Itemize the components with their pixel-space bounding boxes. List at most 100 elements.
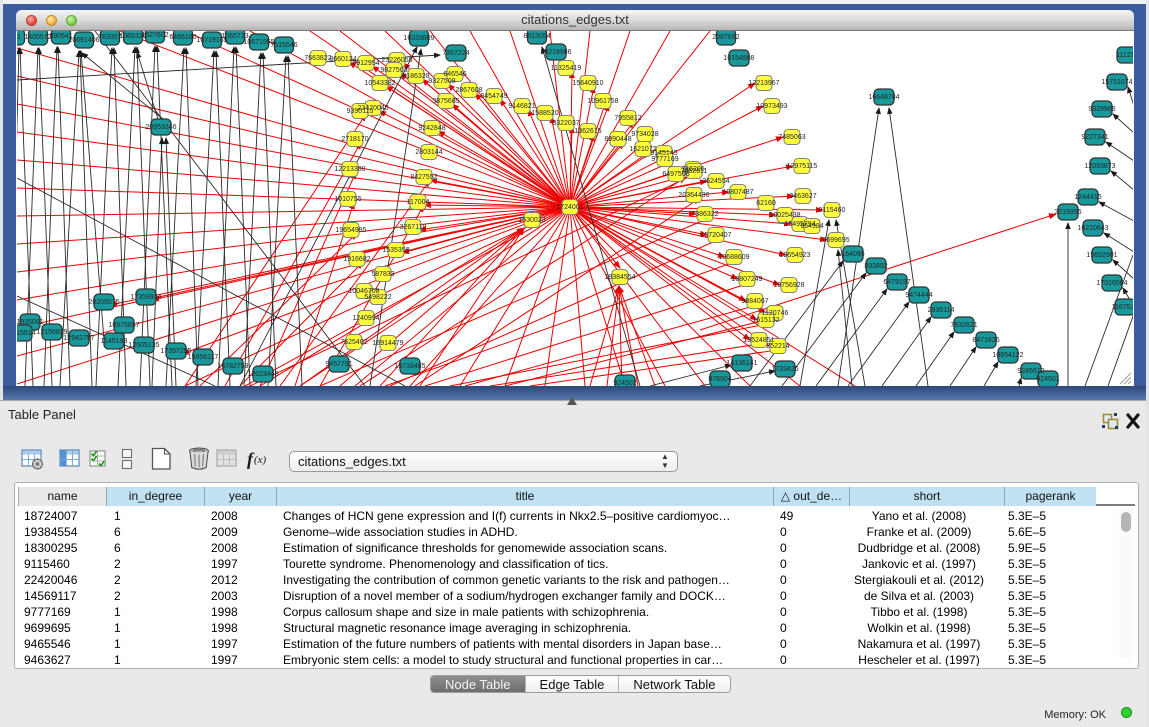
svg-text:12213380: 12213380 <box>334 166 365 173</box>
svg-text:8912954: 8912954 <box>352 60 379 67</box>
svg-text:1530023: 1530023 <box>518 217 545 224</box>
svg-text:1916682: 1916682 <box>343 256 370 263</box>
svg-text:1535359: 1535359 <box>382 247 409 254</box>
svg-text:1010755: 1010755 <box>334 196 361 203</box>
svg-text:7632621: 7632621 <box>950 322 977 329</box>
svg-text:8454749: 8454749 <box>480 93 507 100</box>
svg-text:10154808: 10154808 <box>723 55 754 62</box>
svg-text:(x): (x) <box>254 454 267 466</box>
svg-text:8471626: 8471626 <box>972 337 999 344</box>
svg-text:3875685: 3875685 <box>432 98 459 105</box>
svg-text:9884067: 9884067 <box>741 298 768 305</box>
svg-text:893892: 893892 <box>864 263 887 270</box>
svg-text:3267110: 3267110 <box>400 224 427 231</box>
svg-text:8186328: 8186328 <box>402 73 429 80</box>
svg-text:2803144: 2803144 <box>415 149 442 156</box>
svg-text:9457791: 9457791 <box>325 361 352 368</box>
svg-text:9474444: 9474444 <box>905 292 932 299</box>
svg-text:15640910: 15640910 <box>572 80 603 87</box>
svg-text:10688609: 10688609 <box>718 254 749 261</box>
svg-text:9115460: 9115460 <box>819 207 846 214</box>
svg-text:3215955: 3215955 <box>1054 209 1081 216</box>
svg-text:12023446: 12023446 <box>247 371 278 378</box>
svg-text:1733426: 1733426 <box>771 366 798 373</box>
svg-text:646546: 646546 <box>443 71 466 78</box>
svg-text:1405572: 1405572 <box>24 34 51 41</box>
svg-text:1527602: 1527602 <box>141 32 168 39</box>
svg-text:10025438: 10025438 <box>769 212 800 219</box>
svg-text:7357224: 7357224 <box>442 50 469 57</box>
svg-text:117004: 117004 <box>407 199 430 206</box>
svg-text:12505135: 12505135 <box>128 342 159 349</box>
svg-text:1588520: 1588520 <box>531 110 558 117</box>
svg-text:16210643: 16210643 <box>1077 225 1108 232</box>
svg-text:6466160: 6466160 <box>169 34 196 41</box>
svg-text:7515546: 7515546 <box>270 42 297 49</box>
svg-text:20953346: 20953346 <box>145 124 176 131</box>
svg-text:11325419: 11325419 <box>551 65 582 72</box>
svg-text:164095: 164095 <box>841 251 864 258</box>
svg-text:924501: 924501 <box>1036 376 1059 383</box>
svg-text:763357: 763357 <box>98 34 121 41</box>
svg-text:62160: 62160 <box>756 200 776 207</box>
svg-text:20364436: 20364436 <box>678 192 709 199</box>
svg-text:8990448: 8990448 <box>604 136 631 143</box>
svg-text:9734028: 9734028 <box>631 131 658 138</box>
svg-text:16914479: 16914479 <box>372 340 403 347</box>
svg-text:18807249: 18807249 <box>731 276 762 283</box>
svg-text:1724001: 1724001 <box>556 204 583 211</box>
svg-text:7663822: 7663822 <box>304 55 331 62</box>
svg-text:876904: 876904 <box>708 376 731 383</box>
svg-text:16033809: 16033809 <box>403 35 434 42</box>
svg-text:1240994: 1240994 <box>352 315 379 322</box>
svg-text:15692901: 15692901 <box>1086 252 1117 259</box>
svg-text:1362615: 1362615 <box>574 128 601 135</box>
svg-text:2718170: 2718170 <box>341 136 368 143</box>
svg-text:9327508: 9327508 <box>428 78 455 85</box>
svg-text:10975857: 10975857 <box>108 322 139 329</box>
svg-text:7462611: 7462611 <box>681 168 708 175</box>
svg-text:9329966: 9329966 <box>1088 106 1115 113</box>
svg-text:19654985: 19654985 <box>335 227 366 234</box>
svg-text:10654122: 10654122 <box>992 352 1023 359</box>
svg-text:252214: 252214 <box>766 343 789 350</box>
svg-text:111211: 111211 <box>1116 52 1133 59</box>
svg-text:587833: 587833 <box>371 271 394 278</box>
svg-text:2935114: 2935114 <box>928 307 955 314</box>
svg-text:654984: 654984 <box>800 223 823 230</box>
svg-text:1120746: 1120746 <box>762 310 789 317</box>
svg-text:19654923: 19654923 <box>779 252 810 259</box>
svg-text:9390115: 9390115 <box>347 108 374 115</box>
svg-text:1615132: 1615132 <box>752 317 779 324</box>
svg-text:8813054: 8813054 <box>523 33 550 40</box>
svg-text:1935061: 1935061 <box>17 319 44 326</box>
svg-text:1167535: 1167535 <box>1112 304 1133 311</box>
svg-text:9146821: 9146821 <box>508 103 535 110</box>
svg-text:8322037: 8322037 <box>552 120 579 127</box>
svg-text:1145193: 1145193 <box>101 338 128 345</box>
svg-text:23226058: 23226058 <box>381 57 412 64</box>
svg-text:5498222: 5498222 <box>364 294 391 301</box>
svg-text:20691406: 20691406 <box>68 37 99 44</box>
svg-text:8427552: 8427552 <box>410 174 437 181</box>
svg-text:10973493: 10973493 <box>756 103 787 110</box>
svg-text:2087682: 2087682 <box>712 34 739 41</box>
svg-text:9777169: 9777169 <box>651 156 678 163</box>
svg-text:17016504: 17016504 <box>1096 280 1127 287</box>
svg-text:1244415: 1244415 <box>1074 194 1101 201</box>
svg-text:15958117: 15958117 <box>188 354 219 361</box>
svg-text:14136141: 14136141 <box>726 360 757 367</box>
svg-text:3915514: 3915514 <box>17 330 36 337</box>
svg-text:10961758: 10961758 <box>587 98 618 105</box>
svg-text:9245612: 9245612 <box>1017 368 1044 375</box>
svg-text:7625402: 7625402 <box>340 339 367 346</box>
svg-text:924502: 924502 <box>613 380 636 386</box>
svg-text:19218986: 19218986 <box>540 49 571 56</box>
svg-text:3624554: 3624554 <box>702 178 729 185</box>
svg-text:19384554: 19384554 <box>604 274 635 281</box>
svg-text:12093873: 12093873 <box>1084 163 1115 170</box>
svg-text:17359934: 17359934 <box>130 294 161 301</box>
svg-text:7955812: 7955812 <box>614 115 641 122</box>
svg-text:7386322: 7386322 <box>691 211 718 218</box>
svg-text:2867608: 2867608 <box>455 87 482 94</box>
